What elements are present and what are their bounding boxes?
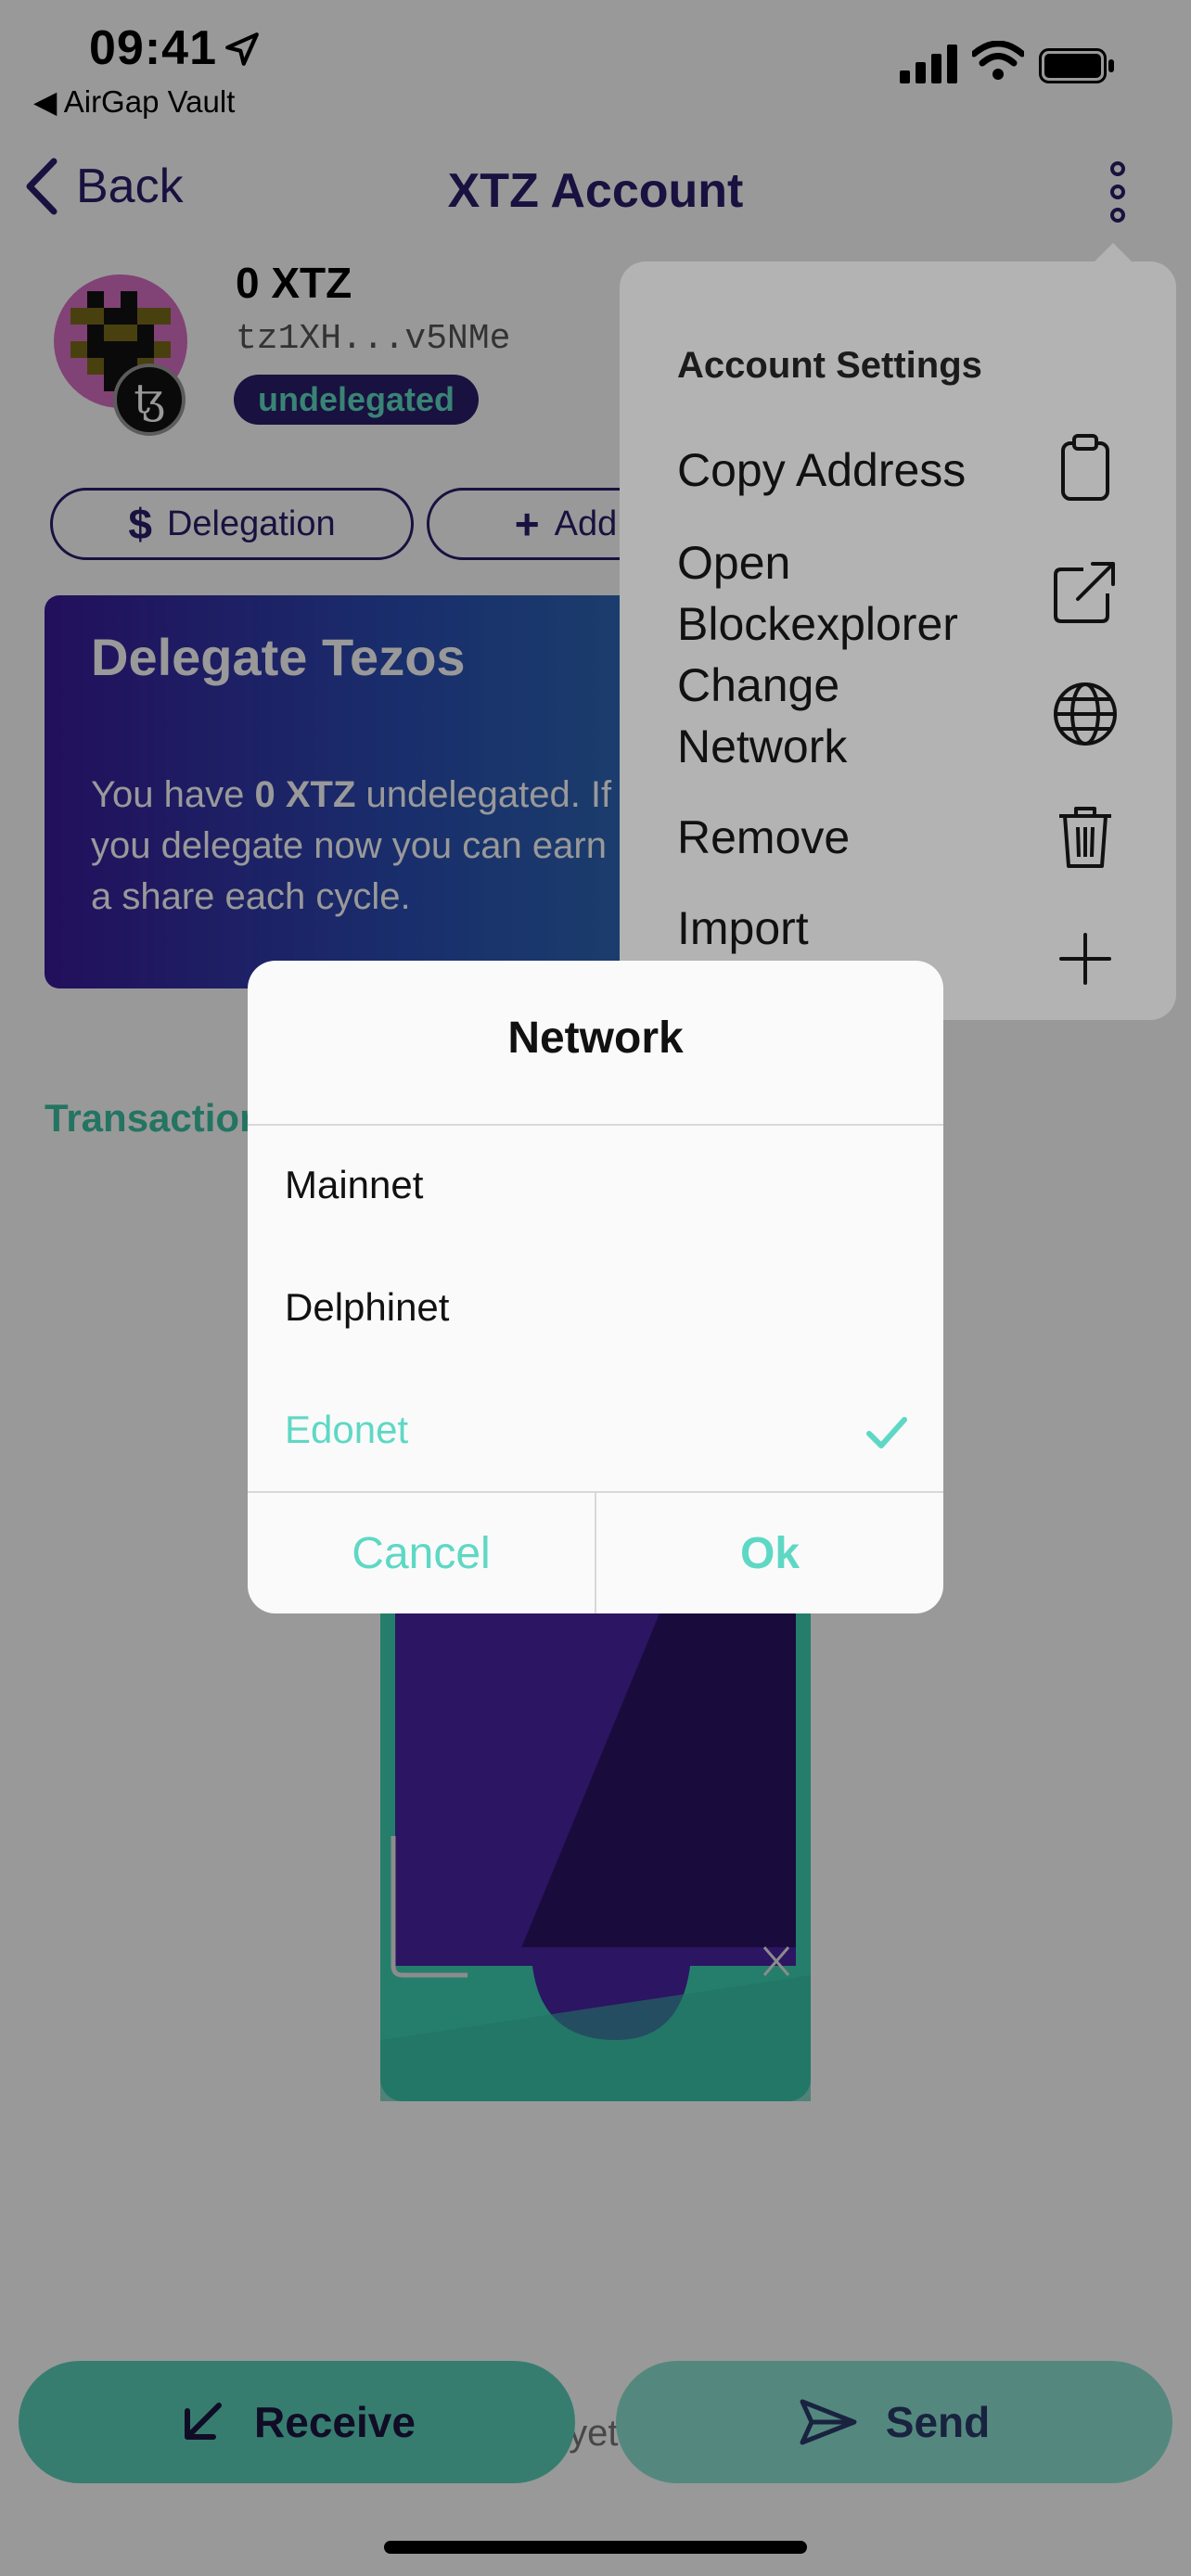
menu-item-open-blockexplorer[interactable]: Open Blockexplorer [677,532,1011,655]
globe-icon [1054,682,1117,746]
menu-item-import[interactable]: Import [677,898,809,959]
ok-button[interactable]: Ok [596,1493,943,1613]
clipboard-icon [1061,434,1109,501]
popover-header: Account Settings [677,345,982,386]
menu-item-change-network[interactable]: Change Network [677,655,955,777]
network-dialog: Network Mainnet Delphinet Edonet Cancel … [248,961,943,1613]
external-link-icon [1054,562,1115,623]
dialog-divider [248,1124,943,1126]
menu-item-copy-address[interactable]: Copy Address [677,440,1085,501]
popover-arrow [1093,243,1133,263]
trash-icon [1059,807,1111,868]
network-option-edonet[interactable]: Edonet [285,1408,408,1452]
checkmark-icon [866,1417,907,1448]
plus-icon [1059,933,1111,985]
cancel-button[interactable]: Cancel [248,1493,595,1613]
network-option-delphinet[interactable]: Delphinet [285,1285,449,1330]
menu-item-remove[interactable]: Remove [677,807,850,868]
dialog-title: Network [507,1014,684,1063]
network-option-mainnet[interactable]: Mainnet [285,1163,423,1207]
